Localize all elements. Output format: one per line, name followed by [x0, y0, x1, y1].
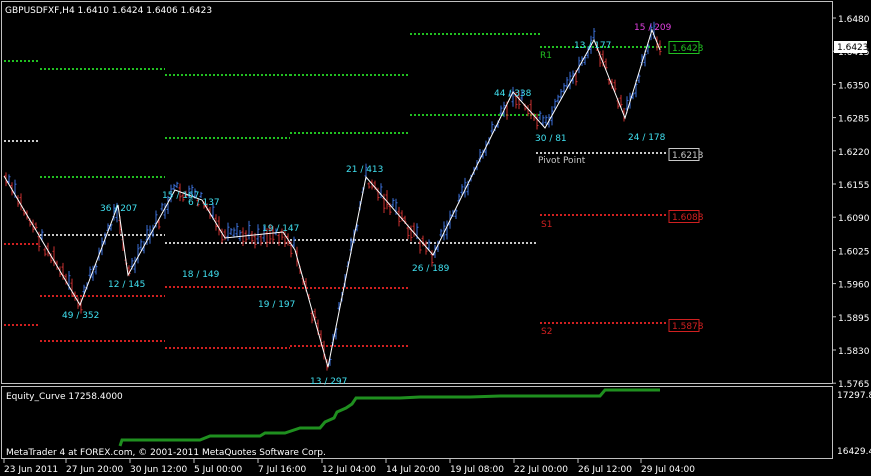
s2-label: S2: [541, 327, 552, 337]
zigzag-swing-label: 49 / 352: [62, 311, 99, 321]
s2-value-box: 1.5878: [668, 319, 704, 332]
zigzag-swing-label: 30 / 81: [535, 134, 567, 144]
time-tick-label: 22 Jul 00:00: [514, 465, 568, 475]
symbol-info: GBPUSDFXF,H4 1.6410 1.6424 1.6406 1.6423: [5, 6, 212, 16]
time-tick-label: 19 Jul 08:00: [450, 465, 504, 475]
zigzag-swing-label: 26 / 189: [412, 264, 450, 274]
price-tick-label: 1.5830: [838, 347, 870, 357]
r1-value-box: 1.6423: [668, 41, 704, 54]
zigzag-swing-label: 19 / 147: [262, 224, 299, 234]
time-tick-label: 5 Jul 00:00: [194, 465, 243, 475]
time-tick-label: 26 Jul 12:00: [578, 465, 632, 475]
svg-text:1.6423: 1.6423: [672, 44, 704, 54]
zigzag-swing-label: 44 / 338: [494, 89, 532, 99]
svg-text:1.6213: 1.6213: [672, 151, 704, 161]
price-tick-label: 1.6480: [838, 15, 870, 25]
zigzag-swing-label: 18 / 149: [182, 270, 220, 280]
zigzag-swing-label: 15 / 209: [634, 23, 672, 33]
svg-text:1.6423: 1.6423: [837, 43, 869, 53]
indicator-title: Equity_Curve 17258.4000: [6, 392, 123, 402]
price-tick-label: 1.6090: [838, 214, 870, 224]
price-tick-label: 1.6285: [838, 115, 870, 125]
indicator-axis-bottom: 16429.4: [837, 447, 871, 457]
zigzag-swing-label: 24 / 178: [628, 133, 666, 143]
zigzag-swing-label: 13 / 297: [310, 377, 347, 387]
price-tick-label: 1.6025: [838, 247, 870, 257]
zigzag-swing-label: 19 / 197: [258, 300, 295, 310]
time-tick-label: 14 Jul 20:00: [386, 465, 440, 475]
zigzag-swing-label: 13 / 177: [574, 41, 611, 51]
time-tick-label: 7 Jul 16:00: [258, 465, 307, 475]
time-tick-label: 12 Jul 04:00: [322, 465, 376, 475]
price-tick-label: 1.5960: [838, 281, 870, 291]
price-tick-label: 1.6220: [838, 148, 870, 158]
price-chart[interactable]: 49 / 35236 / 20712 / 14515 / 1676 / 1371…: [0, 0, 871, 476]
svg-text:1.5878: 1.5878: [672, 322, 704, 332]
r1-label: R1: [540, 51, 552, 61]
zigzag-swing-label: 36 / 207: [100, 204, 137, 214]
copyright-text: MetaTrader 4 at FOREX.com, © 2001-2011 M…: [6, 448, 326, 458]
indicator-axis-top: 17297.8: [837, 391, 871, 401]
zigzag-swing-label: 12 / 145: [108, 280, 145, 290]
s1-value-box: 1.6088: [668, 210, 704, 223]
svg-text:1.6088: 1.6088: [672, 213, 704, 223]
time-tick-label: 27 Jun 20:00: [66, 465, 123, 475]
zigzag-swing-label: 6 / 137: [188, 198, 220, 208]
price-tick-label: 1.5895: [838, 314, 870, 324]
price-tick-label: 1.6155: [838, 181, 870, 191]
price-tick-label: 1.6350: [838, 81, 870, 91]
pivot-label: Pivot Point: [538, 156, 586, 166]
time-tick-label: 23 Jun 2011: [4, 465, 58, 475]
time-tick-label: 29 Jul 04:00: [641, 465, 695, 475]
s1-label: S1: [541, 220, 552, 230]
zigzag-swing-label: 21 / 413: [346, 165, 383, 175]
price-tick-label: 1.5765: [838, 380, 870, 390]
pivot-value-box: 1.6213: [668, 148, 704, 161]
time-tick-label: 30 Jun 12:00: [130, 465, 187, 475]
current-price-marker: 1.6423: [834, 41, 869, 53]
